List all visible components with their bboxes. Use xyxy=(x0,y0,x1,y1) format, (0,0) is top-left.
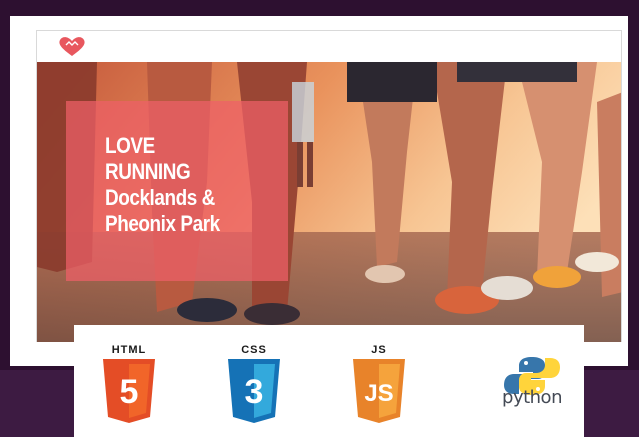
html5-icon: 5 xyxy=(103,359,155,423)
site-header xyxy=(37,31,621,61)
tech-html: HTML 5 xyxy=(94,343,164,425)
tech-js: JS JS xyxy=(344,343,414,425)
css-label: CSS xyxy=(241,344,267,356)
css3-badge: 3 xyxy=(245,373,264,411)
screenshot-canvas: LOVE RUNNING Docklands & Pheonix Park HT… xyxy=(0,0,639,437)
css3-icon: 3 xyxy=(228,359,280,423)
tech-stack-panel: HTML 5 CSS 3 JS JS python xyxy=(74,325,584,437)
html-label: HTML xyxy=(111,344,147,356)
js-badge: JS xyxy=(364,380,393,407)
heart-logo-icon[interactable] xyxy=(57,35,87,57)
html5-badge: 5 xyxy=(120,373,139,411)
js-label: JS xyxy=(371,344,387,356)
tech-python: python xyxy=(492,355,572,417)
js-icon: JS xyxy=(353,359,405,423)
python-label: python xyxy=(502,387,562,408)
tech-css: CSS 3 xyxy=(219,343,289,425)
hero-title: LOVE RUNNING Docklands & Pheonix Park xyxy=(105,133,220,236)
